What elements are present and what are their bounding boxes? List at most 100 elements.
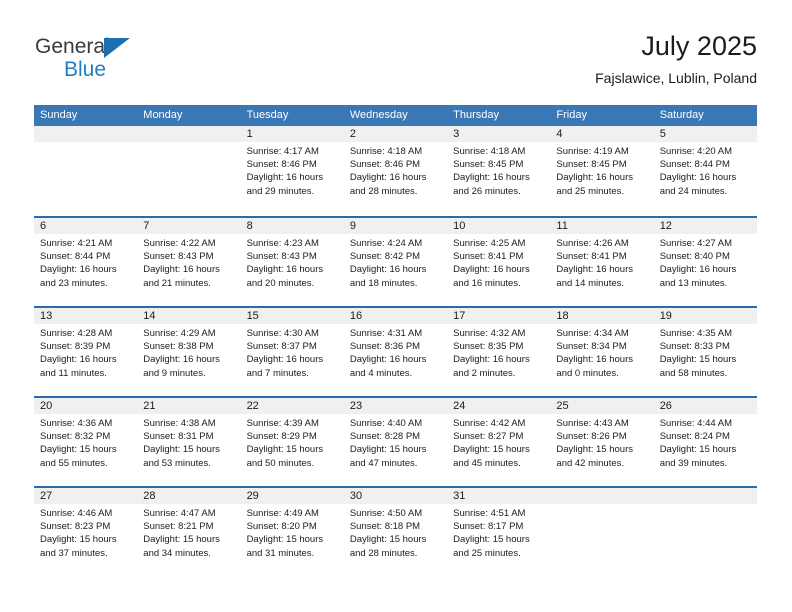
day-detail-line: Sunset: 8:20 PM (246, 521, 317, 533)
day-detail-line: and 13 minutes. (659, 277, 728, 289)
day-detail-line: Daylight: 16 hours (556, 354, 633, 366)
calendar-day-cell[interactable]: 22 Sunrise: 4:39 AM Sunset: 8:29 PM Dayligh… (241, 398, 344, 486)
day-detail-line: Daylight: 16 hours (556, 264, 633, 276)
day-detail-line: Daylight: 15 hours (143, 444, 220, 456)
calendar-day-cell[interactable]: 15 Sunrise: 4:30 AM Sunset: 8:37 PM Dayligh… (241, 308, 344, 396)
day-detail-lines: Sunrise: 4:28 AM Sunset: 8:39 PM Daylight:… (40, 327, 131, 380)
page-subtitle: Fajslawice, Lublin, Poland (595, 70, 757, 86)
day-number: 10 (453, 220, 466, 232)
day-detail-line: Sunset: 8:24 PM (659, 431, 730, 443)
day-detail-line: Sunrise: 4:31 AM (349, 328, 423, 339)
calendar-day-cell[interactable]: 24 Sunrise: 4:42 AM Sunset: 8:27 PM Dayligh… (447, 398, 550, 486)
day-detail-line: Daylight: 16 hours (246, 264, 324, 276)
calendar-day-cell[interactable]: 3 Sunrise: 4:18 AM Sunset: 8:45 PM Daylight… (447, 126, 550, 216)
day-detail-line: Sunset: 8:43 PM (246, 251, 317, 263)
day-detail-line: Sunset: 8:35 PM (453, 341, 524, 353)
calendar-day-cell[interactable]: 29 Sunrise: 4:49 AM Sunset: 8:20 PM Dayligh… (241, 488, 344, 576)
calendar-day-cell[interactable]: 1 Sunrise: 4:17 AM Sunset: 8:46 PM Daylight… (241, 126, 344, 216)
day-detail-line: and 50 minutes. (246, 457, 315, 469)
day-detail-line: Sunrise: 4:36 AM (40, 418, 113, 429)
day-detail-lines: Sunrise: 4:29 AM Sunset: 8:38 PM Daylight:… (143, 327, 234, 380)
calendar-day-cell[interactable]: 4 Sunrise: 4:19 AM Sunset: 8:45 PM Daylight… (550, 126, 653, 216)
calendar-day-cell[interactable]: 13 Sunrise: 4:28 AM Sunset: 8:39 PM Dayligh… (34, 308, 137, 396)
calendar-day-cell[interactable]: 26 Sunrise: 4:44 AM Sunset: 8:24 PM Dayligh… (654, 398, 757, 486)
day-number: 3 (453, 128, 460, 140)
calendar-day-cell[interactable]: 23 Sunrise: 4:40 AM Sunset: 8:28 PM Dayligh… (344, 398, 447, 486)
calendar-day-cell[interactable]: 20 Sunrise: 4:36 AM Sunset: 8:32 PM Dayligh… (34, 398, 137, 486)
calendar-day-cell[interactable]: 18 Sunrise: 4:34 AM Sunset: 8:34 PM Dayligh… (550, 308, 653, 396)
day-detail-line: Daylight: 16 hours (246, 354, 324, 366)
day-detail-lines: Sunrise: 4:50 AM Sunset: 8:18 PM Daylight:… (350, 507, 441, 560)
day-number: 14 (143, 310, 156, 322)
day-detail-lines: Sunrise: 4:26 AM Sunset: 8:41 PM Daylight:… (556, 237, 647, 290)
weekday-header-friday: Friday (556, 109, 587, 121)
day-number: 25 (556, 400, 569, 412)
calendar-day-cell[interactable]: 14 Sunrise: 4:29 AM Sunset: 8:38 PM Dayligh… (137, 308, 240, 396)
calendar-day-cell[interactable]: 21 Sunrise: 4:38 AM Sunset: 8:31 PM Dayligh… (137, 398, 240, 486)
day-detail-line: Sunset: 8:26 PM (556, 431, 627, 443)
day-number: 19 (659, 310, 672, 322)
day-detail-line: Sunrise: 4:29 AM (143, 328, 216, 339)
day-detail-lines: Sunrise: 4:19 AM Sunset: 8:45 PM Daylight:… (556, 145, 647, 198)
day-detail-line: and 21 minutes. (143, 277, 211, 289)
calendar-day-cell[interactable]: 11 Sunrise: 4:26 AM Sunset: 8:41 PM Dayligh… (550, 218, 653, 306)
day-detail-line: Sunrise: 4:39 AM (246, 418, 319, 429)
calendar-day-cell[interactable]: 28 Sunrise: 4:47 AM Sunset: 8:21 PM Dayligh… (137, 488, 240, 576)
day-detail-line: and 42 minutes. (556, 457, 625, 469)
logo-text-general: General (35, 35, 110, 58)
calendar-day-cell[interactable]: 10 Sunrise: 4:25 AM Sunset: 8:41 PM Dayligh… (447, 218, 550, 306)
day-detail-line: and 16 minutes. (453, 277, 521, 289)
weekday-header-saturday: Saturday (659, 109, 704, 121)
calendar-day-cell[interactable]: 5 Sunrise: 4:20 AM Sunset: 8:44 PM Daylight… (654, 126, 757, 216)
day-detail-line: and 47 minutes. (349, 457, 418, 469)
day-detail-line: Sunrise: 4:19 AM (556, 146, 629, 157)
calendar-day-cell[interactable]: 6 Sunrise: 4:21 AM Sunset: 8:44 PM Daylight… (34, 218, 137, 306)
calendar-day-cell[interactable]: 27 Sunrise: 4:46 AM Sunset: 8:23 PM Dayligh… (34, 488, 137, 576)
day-detail-line: Sunrise: 4:42 AM (453, 418, 526, 429)
day-detail-line: Sunrise: 4:18 AM (349, 146, 423, 157)
day-detail-line: Sunset: 8:27 PM (453, 431, 524, 443)
day-number: 5 (659, 128, 666, 140)
calendar-day-cell[interactable]: 7 Sunrise: 4:22 AM Sunset: 8:43 PM Daylight… (137, 218, 240, 306)
calendar-day-cell[interactable]: 8 Sunrise: 4:23 AM Sunset: 8:43 PM Daylight… (241, 218, 344, 306)
day-detail-line: and 25 minutes. (556, 185, 625, 197)
day-detail-line: Sunrise: 4:32 AM (453, 328, 526, 339)
day-detail-line: Daylight: 15 hours (556, 444, 633, 456)
day-number: 22 (246, 400, 259, 412)
day-detail-line: and 20 minutes. (246, 277, 315, 289)
day-detail-line: Sunrise: 4:20 AM (659, 146, 733, 157)
day-detail-line: Sunset: 8:33 PM (659, 341, 730, 353)
calendar-day-cell[interactable]: 2 Sunrise: 4:18 AM Sunset: 8:46 PM Daylight… (344, 126, 447, 216)
day-detail-lines: Sunrise: 4:36 AM Sunset: 8:32 PM Daylight:… (40, 417, 131, 470)
page-title: July 2025 (641, 31, 757, 61)
day-number: 23 (349, 400, 363, 412)
day-detail-line: Sunset: 8:44 PM (40, 251, 111, 263)
calendar-day-cell[interactable]: 17 Sunrise: 4:32 AM Sunset: 8:35 PM Dayligh… (447, 308, 550, 396)
calendar-day-cell[interactable]: 16 Sunrise: 4:31 AM Sunset: 8:36 PM Dayligh… (344, 308, 447, 396)
day-detail-line: and 53 minutes. (143, 457, 211, 469)
day-detail-line: Sunrise: 4:30 AM (246, 328, 319, 339)
day-detail-line: Sunrise: 4:28 AM (40, 328, 113, 339)
day-detail-line: Sunrise: 4:23 AM (246, 238, 319, 249)
calendar-day-cell[interactable]: 31 Sunrise: 4:51 AM Sunset: 8:17 PM Dayligh… (447, 488, 550, 576)
calendar-day-cell[interactable]: 25 Sunrise: 4:43 AM Sunset: 8:26 PM Dayligh… (550, 398, 653, 486)
day-detail-line: Sunrise: 4:40 AM (349, 418, 423, 429)
day-detail-line: Daylight: 15 hours (659, 444, 737, 456)
calendar-week-row: 1 Sunrise: 4:17 AM Sunset: 8:46 PM Daylight… (34, 126, 757, 216)
calendar-day-cell[interactable]: 19 Sunrise: 4:35 AM Sunset: 8:33 PM Dayligh… (654, 308, 757, 396)
day-number: 1 (246, 128, 253, 140)
day-detail-line: Sunset: 8:31 PM (143, 431, 214, 443)
calendar-day-cell[interactable]: 12 Sunrise: 4:27 AM Sunset: 8:40 PM Dayligh… (654, 218, 757, 306)
day-detail-line: Daylight: 16 hours (349, 172, 427, 184)
general-blue-logo[interactable]: General Blue (35, 36, 225, 92)
day-number: 7 (143, 220, 150, 232)
day-detail-line: Sunset: 8:23 PM (40, 521, 111, 533)
day-detail-lines: Sunrise: 4:35 AM Sunset: 8:33 PM Daylight:… (660, 327, 751, 380)
calendar-day-cell[interactable]: 9 Sunrise: 4:24 AM Sunset: 8:42 PM Daylight… (344, 218, 447, 306)
day-detail-line: Daylight: 15 hours (659, 354, 737, 366)
blue-triangle-icon (104, 38, 130, 58)
calendar-day-cell[interactable]: 30 Sunrise: 4:50 AM Sunset: 8:18 PM Dayligh… (344, 488, 447, 576)
day-detail-line: Sunrise: 4:17 AM (246, 146, 319, 157)
day-detail-lines: Sunrise: 4:44 AM Sunset: 8:24 PM Daylight:… (660, 417, 751, 470)
day-number: 2 (349, 128, 356, 140)
